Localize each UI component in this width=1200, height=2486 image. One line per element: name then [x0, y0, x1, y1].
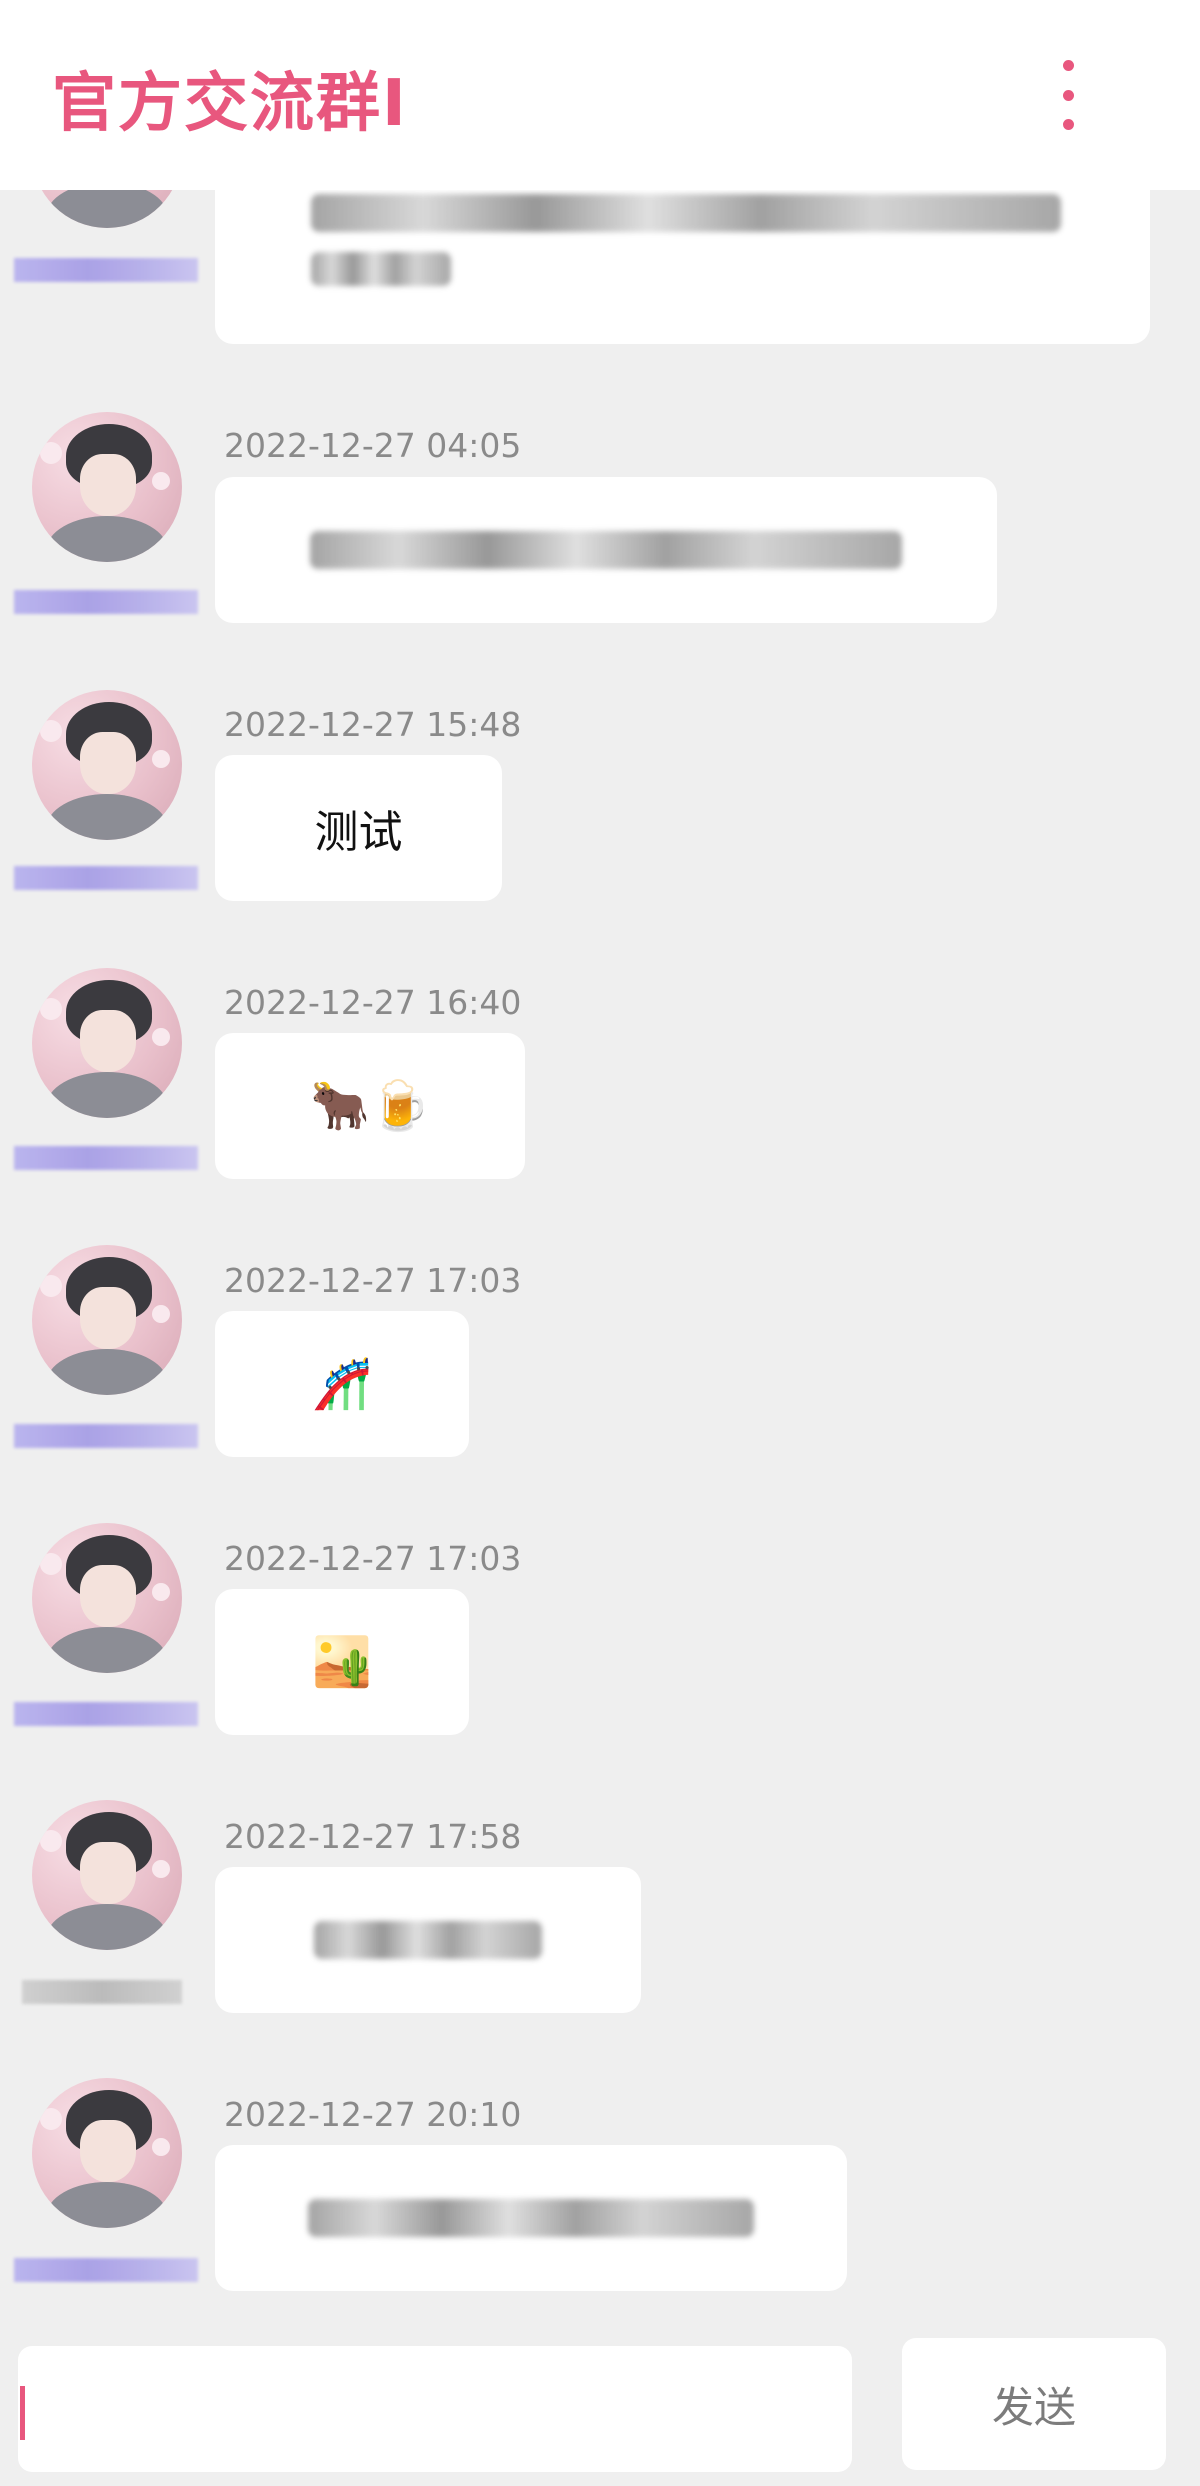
- redacted-text: [308, 2199, 754, 2237]
- avatar[interactable]: [32, 412, 182, 562]
- sender-nickname-redacted: [22, 1980, 182, 2004]
- avatar[interactable]: [32, 1800, 182, 1950]
- sender-nickname-redacted: [14, 1146, 198, 1170]
- menu-dot: [1062, 60, 1074, 71]
- message-bubble[interactable]: 🐂🍺: [215, 1033, 525, 1179]
- message-timestamp: 2022-12-27 16:40: [224, 983, 522, 1022]
- more-options-icon[interactable]: [1044, 60, 1092, 130]
- redacted-text: [314, 1921, 542, 1959]
- sender-nickname-redacted: [14, 866, 198, 890]
- redacted-text: [310, 531, 902, 569]
- sender-nickname-redacted: [14, 258, 198, 282]
- message-bubble[interactable]: 测试: [215, 755, 502, 901]
- message-timestamp: 2022-12-27 20:10: [224, 2095, 522, 2134]
- avatar[interactable]: [32, 1245, 182, 1395]
- message-bubble[interactable]: [215, 477, 997, 623]
- avatar[interactable]: [32, 690, 182, 840]
- message-bubble[interactable]: [215, 2145, 847, 2291]
- message-bubble[interactable]: [215, 1867, 641, 2013]
- avatar[interactable]: [32, 1523, 182, 1673]
- sender-nickname-redacted: [14, 1424, 198, 1448]
- message-timestamp: 2022-12-27 17:03: [224, 1539, 522, 1578]
- app-bar: 官方交流群I: [0, 0, 1200, 190]
- message-input[interactable]: [18, 2346, 852, 2472]
- sender-nickname-redacted: [14, 590, 198, 614]
- text-caret: [20, 2386, 25, 2440]
- sender-nickname-redacted: [14, 1702, 198, 1726]
- message-emoji: 🐂🍺: [310, 1078, 430, 1134]
- message-bubble[interactable]: 🏜️: [215, 1589, 469, 1735]
- redacted-text: [311, 252, 451, 286]
- message-timestamp: 2022-12-27 17:58: [224, 1817, 522, 1856]
- message-timestamp: 2022-12-27 15:48: [224, 705, 522, 744]
- send-button[interactable]: 发送: [902, 2338, 1166, 2470]
- sender-nickname-redacted: [14, 2258, 198, 2282]
- page-title: 官方交流群I: [52, 67, 408, 141]
- message-timestamp: 2022-12-27 17:03: [224, 1261, 522, 1300]
- redacted-text: [311, 194, 1061, 232]
- avatar[interactable]: [32, 2078, 182, 2228]
- composer-bar: 发送: [0, 2324, 1200, 2486]
- message-timestamp: 2022-12-27 04:05: [224, 426, 522, 465]
- message-text: 测试: [314, 807, 403, 858]
- message-emoji: 🎢: [312, 1356, 372, 1412]
- avatar[interactable]: [32, 968, 182, 1118]
- message-emoji: 🏜️: [312, 1634, 372, 1690]
- menu-dot: [1062, 89, 1074, 101]
- message-bubble[interactable]: 🎢: [215, 1311, 469, 1457]
- menu-dot: [1062, 119, 1074, 130]
